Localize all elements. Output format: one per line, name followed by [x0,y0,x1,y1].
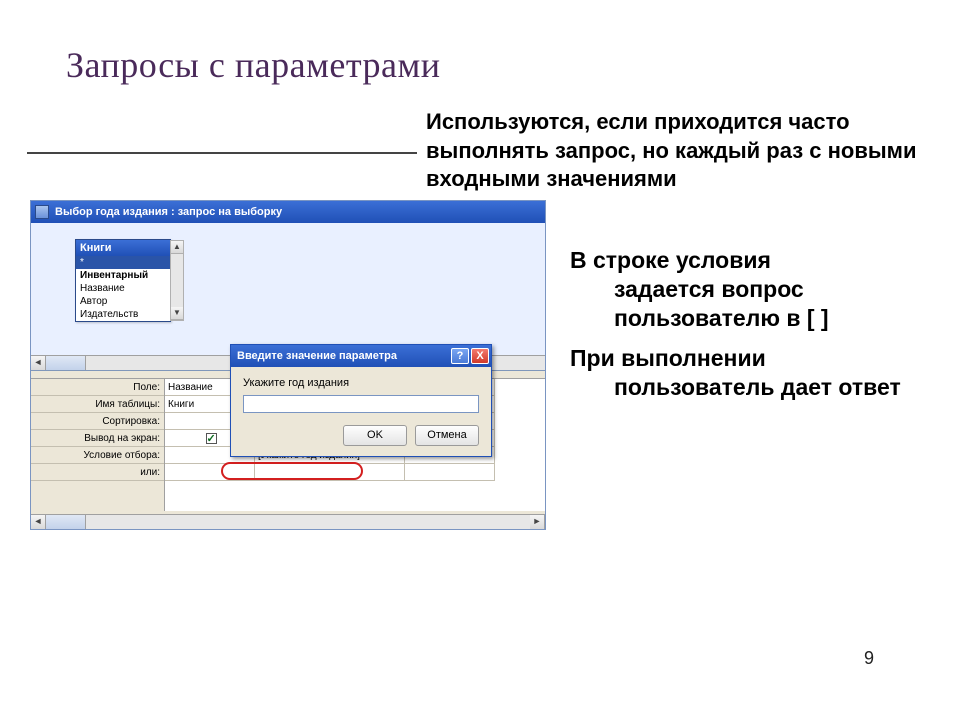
grid-labels-col: Поле: Имя таблицы: Сортировка: Вывод на … [31,379,165,511]
field-item[interactable]: Автор [76,295,170,308]
label-or: или: [31,464,164,481]
page-number: 9 [864,648,874,669]
label-field: Поле: [31,379,164,396]
scroll-thumb[interactable] [46,515,86,529]
dialog-prompt: Укажите год издания [243,377,479,389]
dialog-titlebar[interactable]: Введите значение параметра ? X [231,345,491,367]
dialog-body: Укажите год издания OK Отмена [231,367,491,456]
slide-title: Запросы с параметрами [66,44,441,86]
cell-or[interactable] [255,464,405,481]
field-star[interactable]: * [76,256,170,269]
body-p2-head: При выполнении [570,345,766,371]
scroll-thumb[interactable] [46,356,86,370]
scroll-left-icon[interactable]: ◄ [31,356,46,370]
body-p1-rest: задается вопрос пользователю в [ ] [570,275,940,333]
intro-text: Используются, если приходится часто выпо… [426,108,936,194]
separator-line [27,152,417,154]
table-header: Книги [76,240,170,256]
body-text: В строке условия задается вопрос пользов… [570,246,940,414]
table-name: Книги [80,242,111,254]
field-item[interactable]: Название [76,282,170,295]
parameter-input[interactable] [243,395,479,413]
ok-button[interactable]: OK [343,425,407,446]
scroll-left-icon[interactable]: ◄ [31,515,46,529]
scroll-down-icon[interactable]: ▼ [171,307,183,320]
cell-blank[interactable] [405,464,495,481]
label-sort: Сортировка: [31,413,164,430]
label-table: Имя таблицы: [31,396,164,413]
field-item[interactable]: Инвентарный [76,269,170,282]
cell-or[interactable] [165,464,255,481]
body-p1-head: В строке условия [570,247,771,273]
body-p2-rest: пользователь дает ответ [570,373,940,402]
table-box[interactable]: Книги * Инвентарный Название Автор Издат… [75,239,171,322]
help-button[interactable]: ? [451,348,469,364]
scroll-right-icon[interactable]: ► [530,515,545,529]
dialog-title: Введите значение параметра [237,350,397,362]
grid-scroll-h[interactable]: ◄ ► [31,514,545,529]
scroll-up-icon[interactable]: ▲ [171,241,183,254]
parameter-dialog: Введите значение параметра ? X Укажите г… [230,344,492,457]
cancel-button[interactable]: Отмена [415,425,479,446]
checkbox-checked[interactable] [206,433,217,444]
field-item[interactable]: Издательств [76,308,170,321]
label-criteria: Условие отбора: [31,447,164,464]
close-button[interactable]: X [471,348,489,364]
table-scrollbar[interactable]: ▲ ▼ [170,240,184,321]
window-title: Выбор года издания : запрос на выборку [55,206,282,218]
label-show: Вывод на экран: [31,430,164,447]
db-icon [35,205,49,219]
window-titlebar[interactable]: Выбор года издания : запрос на выборку [31,201,545,223]
